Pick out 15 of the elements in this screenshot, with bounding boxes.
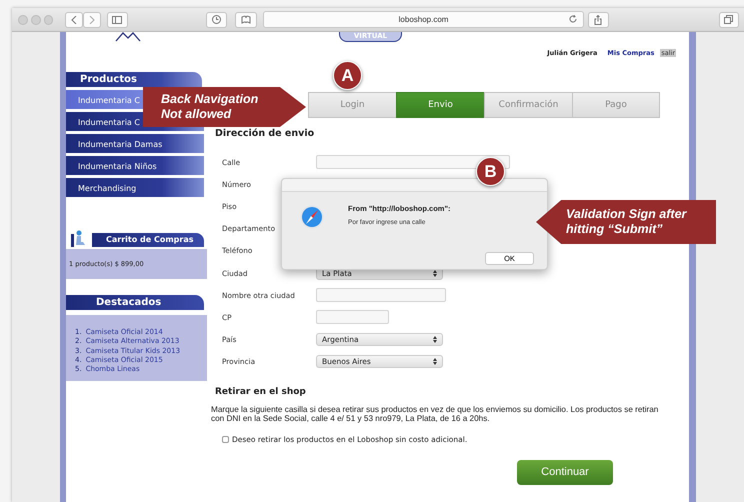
checkout-step-tab[interactable]: Envio bbox=[396, 92, 484, 118]
category-menu-item[interactable]: Merchandising bbox=[66, 178, 204, 197]
sidebar-heading: Destacados bbox=[66, 295, 204, 310]
section-title: Retirar en el shop bbox=[215, 386, 307, 397]
annotation-tooltip: Back Navigation Not allowed bbox=[143, 87, 306, 127]
category-menu-item[interactable]: Indumentaria Damas bbox=[66, 134, 204, 153]
sidebar-heading: Productos bbox=[66, 72, 202, 87]
continue-button[interactable]: Continuar bbox=[517, 460, 613, 485]
address-bar[interactable]: loboshop.com bbox=[262, 11, 584, 28]
section-title: Dirección de envio bbox=[215, 128, 316, 139]
annotation-tooltip: Validation Sign after hitting “Submit” bbox=[536, 200, 716, 244]
url-text: loboshop.com bbox=[398, 15, 448, 24]
category-menu-item[interactable]: Indumentaria Niños bbox=[66, 156, 204, 175]
pickup-instructions: Marque la siguiente casilla si desea retirar sus productos en vez de que los enviemos su domicilio. Los productos se retiran con DNI en la Sede Social, calle 4 e/ 51 y 53 nro979, La Plata, de 16 a 20hs. bbox=[211, 404, 660, 423]
sidebar-heading: Carrito de Compras bbox=[92, 233, 204, 247]
